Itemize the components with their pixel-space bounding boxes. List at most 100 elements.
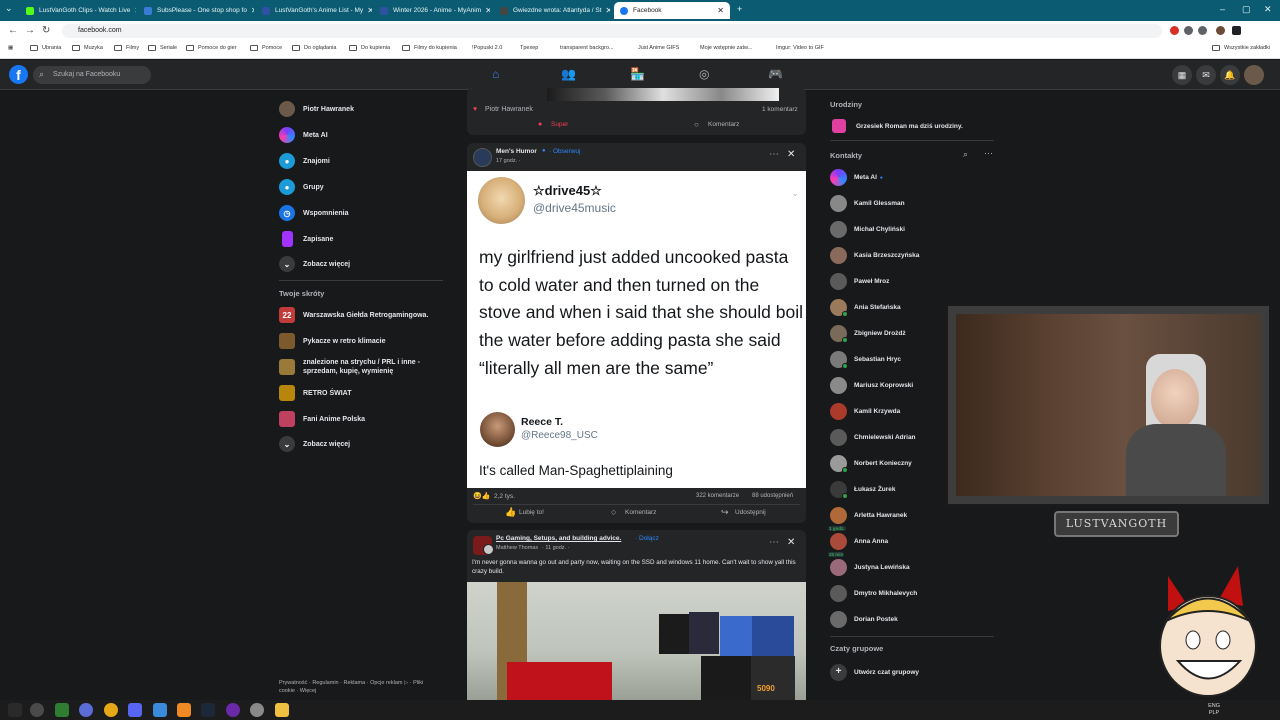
share-button[interactable]: Udostępnij bbox=[735, 509, 766, 516]
follow-button[interactable]: · Obserwuj bbox=[549, 148, 580, 155]
app-icon[interactable] bbox=[250, 703, 264, 717]
extension-icon[interactable] bbox=[1184, 26, 1193, 35]
contact-item[interactable]: Zbigniew Drożdż bbox=[830, 325, 906, 343]
avatar[interactable] bbox=[1244, 65, 1264, 85]
close-icon[interactable]: ✕ bbox=[247, 6, 254, 15]
bookmark-folder[interactable]: Pomoce do gier bbox=[186, 45, 237, 51]
close-icon[interactable]: ✕ bbox=[481, 6, 490, 15]
super-button[interactable]: Super bbox=[551, 121, 568, 128]
start-icon[interactable] bbox=[8, 703, 22, 717]
join-button[interactable]: · Dołącz bbox=[635, 535, 659, 542]
comment-button[interactable]: Komentarz bbox=[625, 509, 656, 516]
contact-item[interactable]: Ania Stefańska bbox=[830, 299, 901, 317]
close-icon[interactable]: ✕ bbox=[363, 6, 372, 15]
browser-tab[interactable]: Gwiezdne wrota: Atlantyda / St ✕ bbox=[494, 2, 610, 19]
home-icon[interactable]: ⌂ bbox=[492, 67, 499, 81]
page-avatar[interactable] bbox=[473, 148, 492, 167]
more-options-icon[interactable]: ⋯ bbox=[984, 148, 993, 159]
forward-icon[interactable]: → bbox=[25, 25, 35, 36]
bookmark-link[interactable]: Just Anime GIFS bbox=[638, 45, 679, 51]
bookmark-link[interactable]: transparent backgro... bbox=[560, 45, 614, 51]
post-image[interactable]: 5090 bbox=[467, 582, 806, 700]
sidebar-item-saved[interactable]: Zapisane bbox=[279, 231, 333, 247]
share-count[interactable]: 88 udostępnień bbox=[752, 493, 793, 499]
app-icon[interactable] bbox=[55, 703, 69, 717]
contact-item[interactable]: Kamil Glessman bbox=[830, 195, 905, 212]
sidebar-see-more[interactable]: ⌄ Zobacz więcej bbox=[279, 256, 350, 272]
more-options-icon[interactable]: ⋯ bbox=[769, 537, 779, 548]
comment-button[interactable]: Komentarz bbox=[708, 121, 739, 128]
vlc-icon[interactable] bbox=[177, 703, 191, 717]
folder-icon[interactable] bbox=[275, 703, 289, 717]
bookmark-folder[interactable]: Wszystkie zakładki bbox=[1212, 45, 1270, 51]
apps-grid-icon[interactable]: ▦ bbox=[8, 45, 13, 51]
close-window-icon[interactable]: ✕ bbox=[1264, 4, 1272, 15]
reaction-count[interactable]: 2,2 tys. bbox=[494, 493, 515, 500]
comment-count[interactable]: 1 komentarz bbox=[762, 106, 798, 113]
contact-item[interactable]: Mariusz Koprowski bbox=[830, 377, 913, 394]
close-icon[interactable]: ✕ bbox=[787, 149, 795, 160]
contact-item[interactable]: Paweł Mroz bbox=[830, 273, 889, 290]
comment-count[interactable]: 322 komentarze bbox=[696, 493, 739, 499]
minimize-icon[interactable]: – bbox=[1220, 4, 1225, 14]
bookmark-folder[interactable]: Do oglądania bbox=[292, 45, 336, 51]
bookmark-link[interactable]: Moje wstępnie zatw... bbox=[700, 45, 752, 51]
language-indicator[interactable]: ENG PLP bbox=[1208, 703, 1220, 717]
bookmark-folder[interactable]: Seriale bbox=[148, 45, 177, 51]
marketplace-icon[interactable]: 🏪 bbox=[630, 67, 645, 81]
contact-item[interactable]: Dorian Postek bbox=[830, 611, 898, 628]
chrome-icon[interactable] bbox=[30, 703, 44, 717]
groups-icon[interactable]: ◎ bbox=[699, 67, 709, 81]
browser-tab[interactable]: LustVanGoth's Anime List - My ✕ bbox=[256, 2, 372, 19]
footer-links[interactable]: Prywatność · Regulamin · Reklama · Opcje… bbox=[279, 679, 439, 695]
bookmark-folder[interactable]: Filmy do kupienia bbox=[402, 45, 457, 51]
shortcut-item[interactable]: Fani Anime Polska bbox=[279, 411, 365, 427]
contact-item[interactable]: Michał Chyliński bbox=[830, 221, 905, 238]
search-icon[interactable]: ⌕ bbox=[963, 149, 968, 160]
menu-dots-icon[interactable] bbox=[1232, 26, 1241, 35]
contact-item[interactable]: Kamil Krzywda bbox=[830, 403, 900, 420]
gaming-icon[interactable]: 🎮 bbox=[768, 67, 783, 81]
steam-icon[interactable] bbox=[201, 703, 215, 717]
contact-item[interactable]: Chmielewski Adrian bbox=[830, 429, 916, 446]
bookmark-folder[interactable]: Filmy bbox=[114, 45, 139, 51]
post-author[interactable]: Matthew Thomas bbox=[496, 545, 538, 551]
post-time[interactable]: · 11 godz. · bbox=[542, 545, 569, 551]
profile-avatar-icon[interactable] bbox=[1216, 26, 1225, 35]
bookmark-link[interactable]: Tpexep bbox=[520, 45, 538, 51]
app-icon[interactable] bbox=[153, 703, 167, 717]
shortcut-item[interactable]: znalezione na strychu / PRL i inne - spr… bbox=[279, 358, 429, 376]
sidebar-item-meta-ai[interactable]: Meta AI bbox=[279, 127, 328, 143]
bookmark-folder[interactable]: Do kupienia bbox=[349, 45, 390, 51]
contact-item[interactable]: Dmytro Mikhalevych bbox=[830, 585, 917, 602]
puzzle-icon[interactable] bbox=[1198, 26, 1207, 35]
sidebar-item-profile[interactable]: Piotr Hawranek bbox=[279, 101, 354, 117]
app-icon[interactable] bbox=[79, 703, 93, 717]
close-icon[interactable]: ✕ bbox=[713, 6, 724, 15]
facebook-logo[interactable]: f bbox=[9, 65, 28, 84]
discord-icon[interactable] bbox=[128, 703, 142, 717]
contact-item[interactable]: 25 min Anna Anna bbox=[828, 533, 888, 557]
close-icon[interactable]: ✕ bbox=[130, 6, 136, 15]
contact-item[interactable]: Meta AI ● bbox=[830, 169, 883, 186]
bookmark-folder[interactable]: Muzyka bbox=[72, 45, 103, 51]
shortcuts-see-more[interactable]: ⌄ Zobacz więcej bbox=[279, 436, 350, 452]
app-icon[interactable] bbox=[104, 703, 118, 717]
more-options-icon[interactable]: ⋯ bbox=[769, 149, 779, 160]
contact-item[interactable]: Sebastian Hryc bbox=[830, 351, 901, 369]
browser-tab[interactable]: Winter 2026 - Anime - MyAnim ✕ bbox=[374, 2, 490, 19]
messenger-icon[interactable]: ✉ bbox=[1196, 65, 1216, 85]
sidebar-item-friends[interactable]: ● Znajomi bbox=[279, 153, 330, 169]
extension-icon[interactable] bbox=[1170, 26, 1179, 35]
shortcut-item[interactable]: Pykacze w retro klimacie bbox=[279, 333, 386, 349]
notifications-icon[interactable]: 🔔 bbox=[1220, 65, 1240, 85]
url-input[interactable]: facebook.com bbox=[62, 24, 1162, 38]
sidebar-item-memories[interactable]: ◷ Wspomnienia bbox=[279, 205, 349, 221]
back-icon[interactable]: ← bbox=[8, 25, 18, 36]
shortcut-item[interactable]: RETRO ŚWIAT bbox=[279, 385, 351, 401]
contact-item[interactable]: Kasia Brzeszczyńska bbox=[830, 247, 919, 264]
new-tab-icon[interactable]: + bbox=[737, 4, 742, 14]
search-input[interactable]: ⌕ Szukaj na Facebooku bbox=[33, 66, 151, 84]
post-image-tweet[interactable]: ☆drive45☆ @drive45music ⌄ my girlfriend … bbox=[467, 171, 806, 488]
bookmark-folder[interactable]: Pomoce bbox=[250, 45, 282, 51]
